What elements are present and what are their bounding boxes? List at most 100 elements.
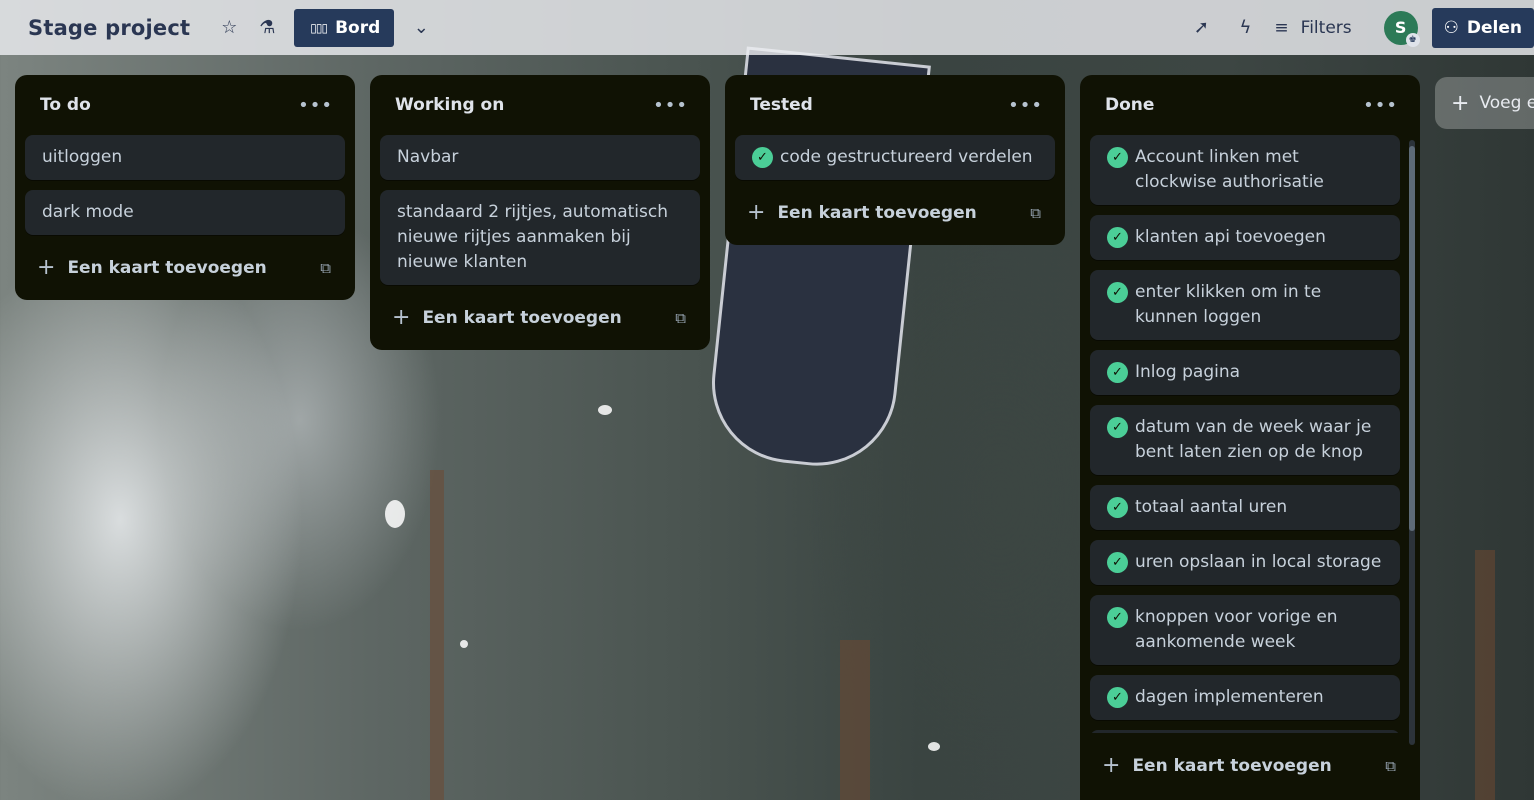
more-options-icon[interactable]: ••• bbox=[1008, 95, 1043, 116]
add-list-button[interactable]: + Voeg e bbox=[1435, 77, 1534, 129]
board-view-icon: ▯▯▯ bbox=[310, 20, 328, 35]
card-text: code gestructureerd verdelen bbox=[780, 147, 1033, 167]
card[interactable]: ✓ uren opslaan in local storage bbox=[1090, 540, 1400, 585]
add-card-label: Een kaart toevoegen bbox=[422, 307, 622, 328]
filter-icon: ≡ bbox=[1274, 17, 1289, 38]
card-text: Account linken met clockwise authorisati… bbox=[1135, 147, 1324, 192]
plus-icon: + bbox=[392, 305, 411, 330]
filters-button[interactable]: ≡ Filters bbox=[1274, 18, 1351, 38]
card[interactable]: ✓ dagen implementeren bbox=[1090, 675, 1400, 720]
card-text: Navbar bbox=[397, 147, 459, 167]
list-header: Done ••• bbox=[1090, 75, 1410, 135]
view-switcher-button[interactable]: ▯▯▯ Bord bbox=[294, 8, 395, 47]
check-circle-icon[interactable]: ✓ bbox=[1107, 362, 1128, 383]
plus-icon: + bbox=[747, 200, 766, 225]
power-ups-icon[interactable]: ➚ bbox=[1186, 13, 1216, 43]
add-card-button[interactable]: + Een kaart toevoegen bbox=[747, 200, 977, 225]
add-list-label: Voeg e bbox=[1479, 93, 1534, 113]
card[interactable]: ✓ code gestructureerd verdelen bbox=[735, 135, 1055, 180]
add-user-icon: ⚇ bbox=[1443, 17, 1459, 38]
admin-badge-icon: ♚ bbox=[1405, 32, 1420, 47]
share-label: Delen bbox=[1466, 17, 1522, 38]
star-icon[interactable]: ☆ bbox=[214, 13, 244, 43]
list-tested: Tested ••• ✓ code gestructureerd verdele… bbox=[725, 75, 1065, 245]
card[interactable]: Navbar bbox=[380, 135, 700, 180]
card-text: standaard 2 rijtjes, automatisch nieuwe … bbox=[397, 202, 668, 272]
share-button[interactable]: ⚇ Delen bbox=[1431, 7, 1534, 48]
board-header: Stage project ☆ ⚗ ▯▯▯ Bord ⌄ ➚ ϟ ≡ Filte… bbox=[0, 0, 1534, 55]
card[interactable]: ✓ Account linken met clockwise authorisa… bbox=[1090, 135, 1400, 205]
plus-icon: + bbox=[1102, 753, 1121, 778]
snowflake bbox=[460, 640, 468, 648]
check-circle-icon[interactable]: ✓ bbox=[1107, 607, 1128, 628]
card[interactable]: dark mode bbox=[25, 190, 345, 235]
list-title[interactable]: Done bbox=[1105, 95, 1154, 115]
view-label: Bord bbox=[335, 17, 381, 38]
scrollbar[interactable] bbox=[1409, 140, 1415, 745]
list-working-on: Working on ••• Navbar standaard 2 rijtje… bbox=[370, 75, 710, 350]
card-list-scroll-area[interactable]: ✓ Account linken met clockwise authorisa… bbox=[1090, 135, 1410, 733]
template-icon[interactable]: ⧉ bbox=[1030, 204, 1041, 222]
card[interactable] bbox=[1090, 730, 1400, 733]
background-tree bbox=[1475, 550, 1495, 800]
avatar[interactable]: S ♚ bbox=[1383, 10, 1420, 47]
more-options-icon[interactable]: ••• bbox=[298, 95, 333, 116]
filters-label: Filters bbox=[1300, 17, 1352, 38]
card-text: knoppen voor vorige en aankomende week bbox=[1135, 607, 1338, 652]
card[interactable]: ✓ totaal aantal uren bbox=[1090, 485, 1400, 530]
add-card-button[interactable]: + Een kaart toevoegen bbox=[392, 305, 622, 330]
list-todo: To do ••• uitloggen dark mode + Een kaar… bbox=[15, 75, 355, 300]
automation-icon[interactable]: ϟ bbox=[1230, 13, 1260, 43]
check-circle-icon[interactable]: ✓ bbox=[752, 147, 773, 168]
chevron-down-icon[interactable]: ⌄ bbox=[406, 13, 436, 43]
add-card-button[interactable]: + Een kaart toevoegen bbox=[1102, 753, 1332, 778]
card[interactable]: ✓ klanten api toevoegen bbox=[1090, 215, 1400, 260]
card[interactable]: ✓ datum van de week waar je bent laten z… bbox=[1090, 405, 1400, 475]
card[interactable]: ✓ Inlog pagina bbox=[1090, 350, 1400, 395]
plus-icon: + bbox=[1451, 90, 1470, 116]
avatar-initial: S bbox=[1394, 18, 1407, 37]
list-title[interactable]: Tested bbox=[750, 95, 813, 115]
template-icon[interactable]: ⧉ bbox=[320, 259, 331, 277]
check-circle-icon[interactable]: ✓ bbox=[1107, 227, 1128, 248]
background-tree bbox=[840, 640, 870, 800]
add-card-row: + Een kaart toevoegen ⧉ bbox=[1090, 743, 1410, 788]
check-circle-icon[interactable]: ✓ bbox=[1107, 552, 1128, 573]
check-circle-icon[interactable]: ✓ bbox=[1107, 417, 1128, 438]
add-card-label: Een kaart toevoegen bbox=[1132, 755, 1332, 776]
card[interactable]: ✓ enter klikken om in te kunnen loggen bbox=[1090, 270, 1400, 340]
list-header: Working on ••• bbox=[380, 75, 700, 135]
plus-icon: + bbox=[37, 255, 56, 280]
check-circle-icon[interactable]: ✓ bbox=[1107, 497, 1128, 518]
card-text: dark mode bbox=[42, 202, 134, 222]
template-icon[interactable]: ⧉ bbox=[675, 309, 686, 327]
snowflake bbox=[385, 500, 405, 528]
card-text: klanten api toevoegen bbox=[1135, 227, 1326, 247]
card-text: enter klikken om in te kunnen loggen bbox=[1135, 282, 1322, 327]
card-text: Inlog pagina bbox=[1135, 362, 1241, 382]
card[interactable]: standaard 2 rijtjes, automatisch nieuwe … bbox=[380, 190, 700, 285]
add-card-row: + Een kaart toevoegen ⧉ bbox=[25, 245, 345, 290]
card-text: dagen implementeren bbox=[1135, 687, 1324, 707]
add-card-button[interactable]: + Een kaart toevoegen bbox=[37, 255, 267, 280]
list-title[interactable]: Working on bbox=[395, 95, 504, 115]
card[interactable]: uitloggen bbox=[25, 135, 345, 180]
snowflake bbox=[928, 742, 940, 751]
list-header: To do ••• bbox=[25, 75, 345, 135]
template-icon[interactable]: ⧉ bbox=[1385, 757, 1396, 775]
more-options-icon[interactable]: ••• bbox=[1363, 95, 1398, 116]
board-title[interactable]: Stage project bbox=[28, 16, 190, 40]
check-circle-icon[interactable]: ✓ bbox=[1107, 687, 1128, 708]
check-circle-icon[interactable]: ✓ bbox=[1107, 282, 1128, 303]
more-options-icon[interactable]: ••• bbox=[653, 95, 688, 116]
add-card-label: Een kaart toevoegen bbox=[777, 202, 977, 223]
card[interactable]: ✓ knoppen voor vorige en aankomende week bbox=[1090, 595, 1400, 665]
snowflake bbox=[598, 405, 612, 415]
background-tree bbox=[430, 470, 444, 800]
check-circle-icon[interactable]: ✓ bbox=[1107, 147, 1128, 168]
add-card-row: + Een kaart toevoegen ⧉ bbox=[735, 190, 1055, 235]
header-right: ➚ ϟ ≡ Filters S ♚ ⚇ Delen bbox=[1186, 7, 1534, 48]
list-title[interactable]: To do bbox=[40, 95, 91, 115]
scrollbar-thumb[interactable] bbox=[1409, 146, 1415, 531]
visibility-icon[interactable]: ⚗ bbox=[252, 13, 282, 43]
